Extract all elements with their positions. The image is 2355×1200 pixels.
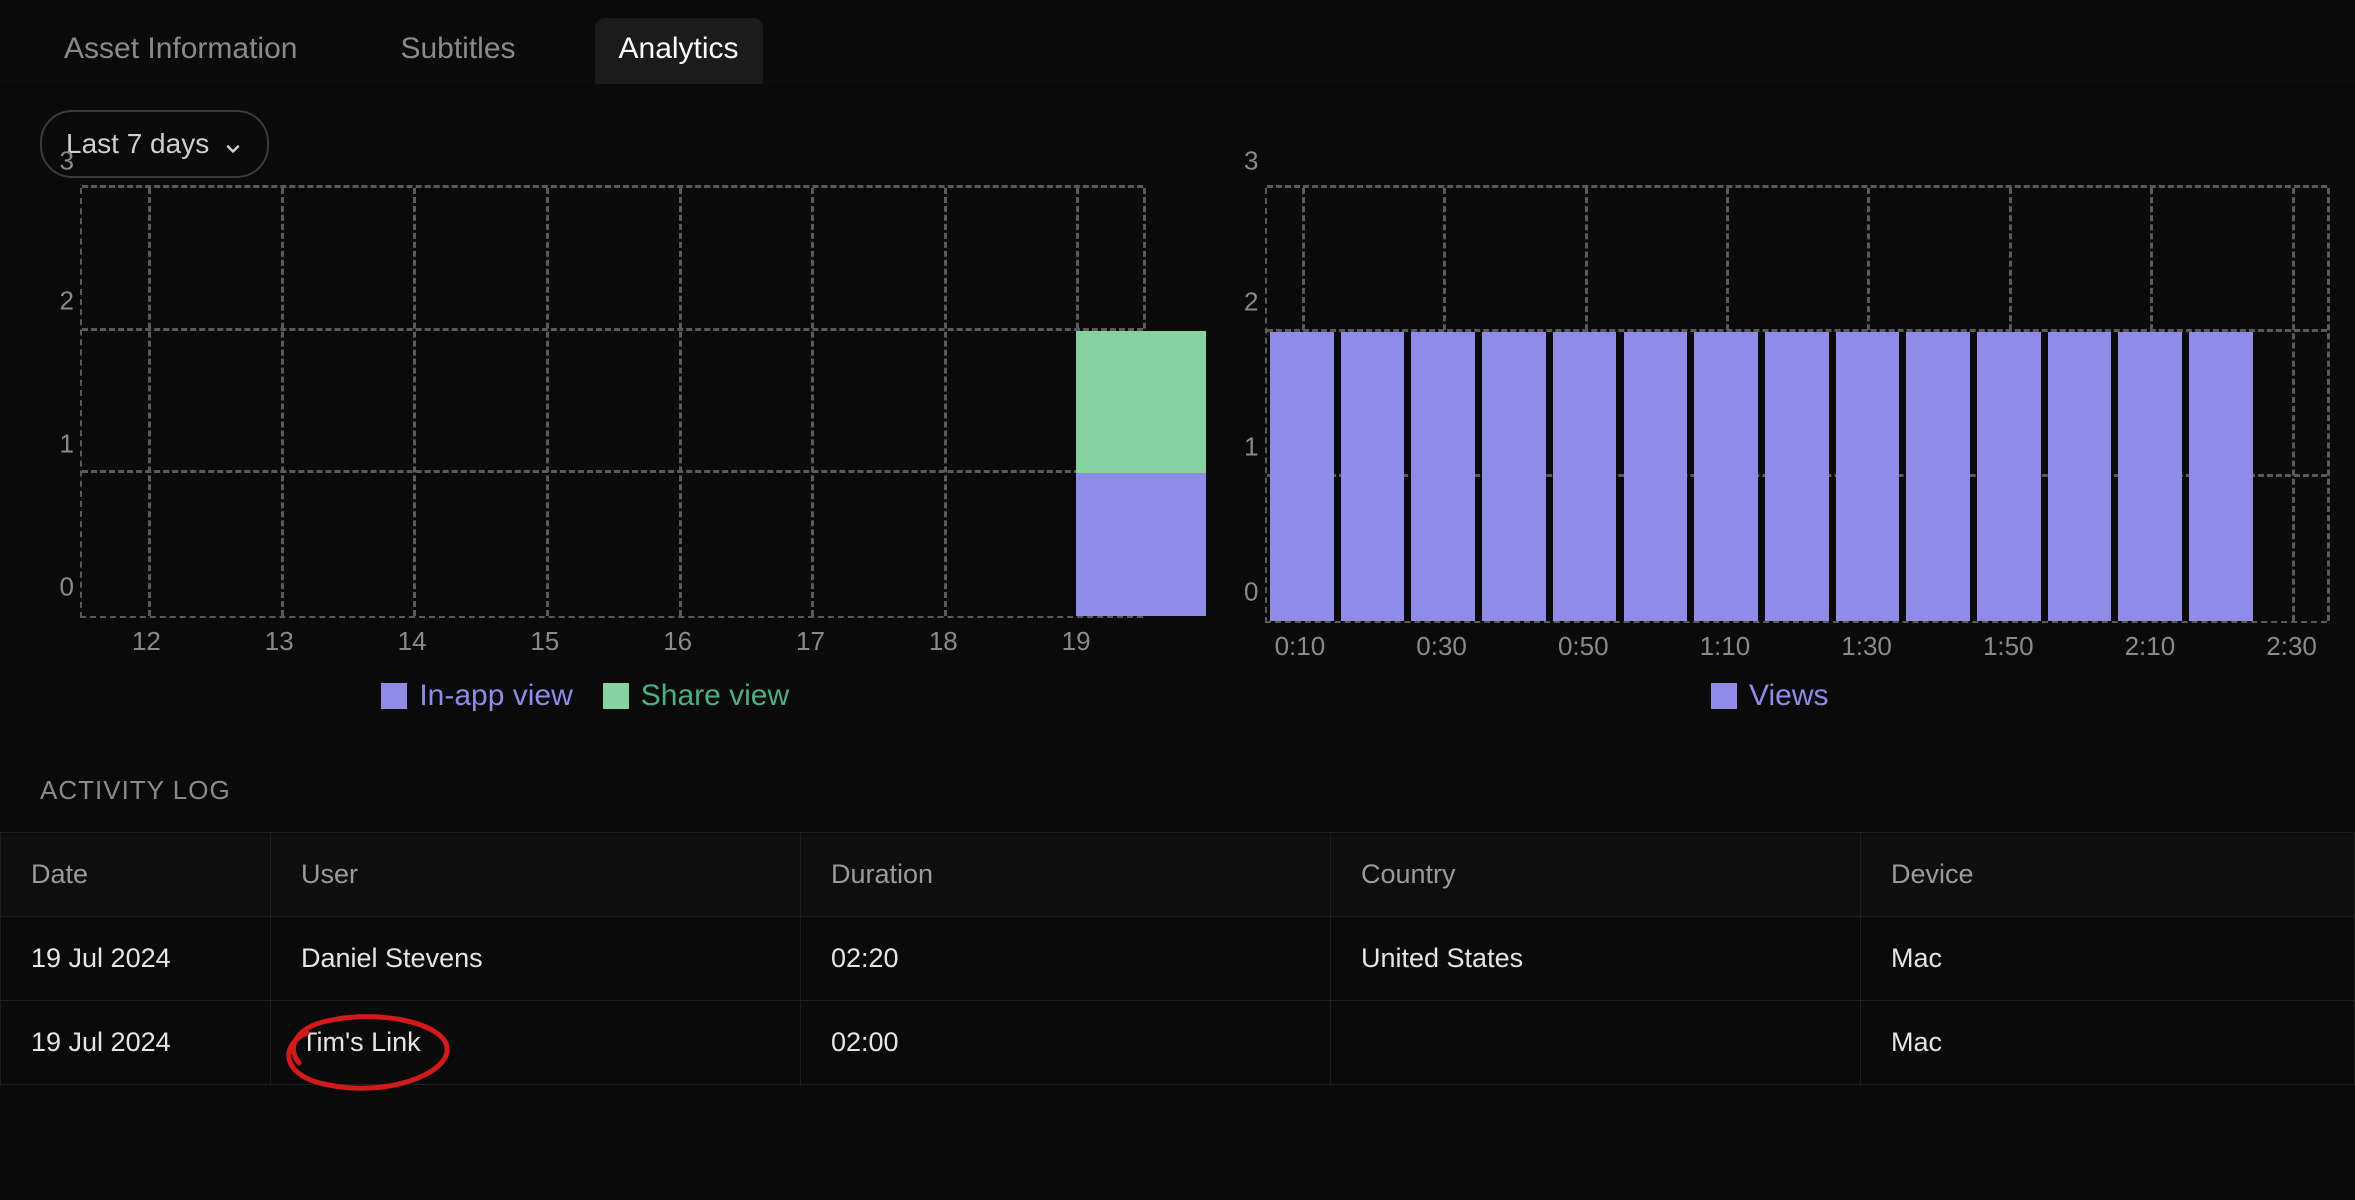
- x-tick: 2:10: [2125, 631, 2176, 662]
- legend-right: Views: [1213, 679, 2328, 713]
- cell-duration: 02:20: [801, 917, 1331, 1001]
- y-tick: 1: [60, 428, 74, 459]
- bar: [2048, 332, 2112, 621]
- y-axis-left: 0 1 2 3: [28, 188, 80, 618]
- tab-asset-information[interactable]: Asset Information: [40, 18, 321, 84]
- bar: [1076, 331, 1206, 474]
- x-tick: 18: [877, 626, 1010, 657]
- x-axis-left: 1213141516171819: [80, 618, 1143, 657]
- bar: [1270, 332, 1334, 621]
- x-tick: 2:30: [2266, 631, 2317, 662]
- x-tick: 19: [1010, 626, 1143, 657]
- x-tick: 14: [346, 626, 479, 657]
- cell-user: Daniel Stevens: [271, 917, 801, 1001]
- chevron-down-icon: [223, 134, 243, 154]
- y-tick: 2: [1244, 287, 1258, 318]
- col-device[interactable]: Device: [1861, 833, 2355, 917]
- time-range-dropdown[interactable]: Last 7 days: [40, 110, 269, 178]
- x-tick: 1:50: [1983, 631, 2034, 662]
- bar: [1482, 332, 1546, 621]
- legend-label: In-app view: [419, 679, 572, 713]
- bar: [1906, 332, 1970, 621]
- table-row[interactable]: 19 Jul 2024Tim's Link02:00 Mac: [1, 1001, 2355, 1085]
- legend-share-view: Share view: [603, 679, 789, 713]
- legend-left: In-app view Share view: [28, 679, 1143, 713]
- bar: [1076, 473, 1206, 616]
- cell-country: United States: [1331, 917, 1861, 1001]
- cell-country: [1331, 1001, 1861, 1085]
- col-date[interactable]: Date: [1, 833, 271, 917]
- y-tick: 3: [1244, 146, 1258, 177]
- filter-bar: Last 7 days: [0, 82, 2355, 188]
- views-by-timecode-chart: 0 1 2 3 0:100:300:501:101:301:502:102:30…: [1213, 188, 2328, 713]
- y-tick: 3: [60, 146, 74, 177]
- analytics-panel: Asset Information Subtitles Analytics La…: [0, 0, 2355, 1200]
- x-tick: 0:30: [1416, 631, 1467, 662]
- bar: [1341, 332, 1405, 621]
- legend-label: Views: [1749, 679, 1828, 713]
- charts-row: 0 1 2 3 1213141516171819 In-app view Sha…: [0, 188, 2355, 713]
- bar: [1411, 332, 1475, 621]
- swatch-icon: [1711, 683, 1737, 709]
- x-tick: 16: [611, 626, 744, 657]
- col-user[interactable]: User: [271, 833, 801, 917]
- cell-date: 19 Jul 2024: [1, 1001, 271, 1085]
- x-tick: 0:50: [1558, 631, 1609, 662]
- x-tick: 15: [478, 626, 611, 657]
- y-axis-right: 0 1 2 3: [1213, 188, 1265, 623]
- tab-bar: Asset Information Subtitles Analytics: [0, 0, 2355, 82]
- bar: [1977, 332, 2041, 621]
- cell-duration: 02:00: [801, 1001, 1331, 1085]
- activity-log-table: Date User Duration Country Device 19 Jul…: [0, 832, 2355, 1085]
- cell-device: Mac: [1861, 1001, 2355, 1085]
- bar: [1553, 332, 1617, 621]
- x-tick: 12: [80, 626, 213, 657]
- x-tick: 1:10: [1700, 631, 1751, 662]
- y-tick: 2: [60, 285, 74, 316]
- bar: [1836, 332, 1900, 621]
- tab-analytics[interactable]: Analytics: [595, 18, 763, 84]
- x-tick: 13: [213, 626, 346, 657]
- legend-in-app-view: In-app view: [381, 679, 572, 713]
- y-tick: 1: [1244, 432, 1258, 463]
- table-row[interactable]: 19 Jul 2024Daniel Stevens02:20United Sta…: [1, 917, 2355, 1001]
- bar: [2118, 332, 2182, 621]
- y-tick: 0: [60, 572, 74, 603]
- cell-device: Mac: [1861, 917, 2355, 1001]
- col-country[interactable]: Country: [1331, 833, 1861, 917]
- cell-date: 19 Jul 2024: [1, 917, 271, 1001]
- bar: [2189, 332, 2253, 621]
- bar: [1624, 332, 1688, 621]
- cell-user: Tim's Link: [271, 1001, 801, 1085]
- views-by-day-chart: 0 1 2 3 1213141516171819 In-app view Sha…: [28, 188, 1143, 713]
- legend-label: Share view: [641, 679, 789, 713]
- col-duration[interactable]: Duration: [801, 833, 1331, 917]
- bar: [1765, 332, 1829, 621]
- x-tick: 1:30: [1841, 631, 1892, 662]
- x-tick: 17: [744, 626, 877, 657]
- tab-subtitles[interactable]: Subtitles: [376, 18, 539, 84]
- plot-area: [80, 188, 1143, 618]
- plot-area: [1265, 188, 2328, 623]
- table-header-row: Date User Duration Country Device: [1, 833, 2355, 917]
- swatch-icon: [381, 683, 407, 709]
- swatch-icon: [603, 683, 629, 709]
- bar: [1694, 332, 1758, 621]
- x-axis-right: 0:100:300:501:101:301:502:102:30: [1265, 623, 2328, 657]
- activity-log-title: ACTIVITY LOG: [0, 713, 2355, 832]
- x-tick: 0:10: [1275, 631, 1326, 662]
- y-tick: 0: [1244, 577, 1258, 608]
- time-range-label: Last 7 days: [66, 128, 209, 160]
- legend-views: Views: [1711, 679, 1828, 713]
- annotation-circle: [269, 1005, 469, 1095]
